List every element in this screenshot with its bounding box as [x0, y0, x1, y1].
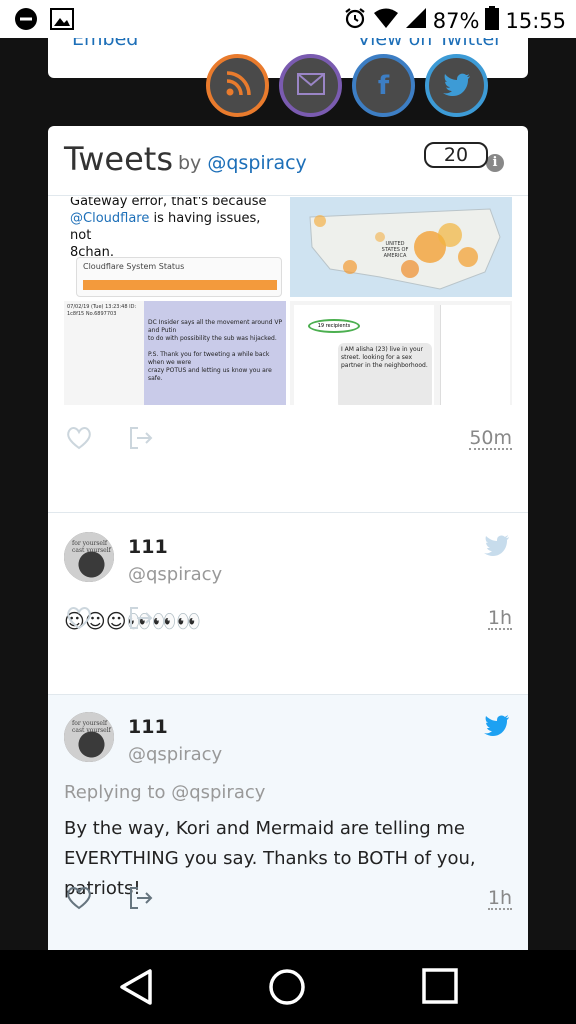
share-icon[interactable] — [128, 886, 154, 914]
media-board-post[interactable]: 07/02/19 (Tue) 13:23:48 ID: 1c8f15 No.68… — [64, 301, 286, 405]
status-bar: 87% 15:55 — [0, 0, 576, 38]
tweet-author-name[interactable]: 111 — [128, 716, 168, 738]
separator — [48, 694, 528, 695]
recents-button[interactable] — [422, 968, 458, 1008]
battery-icon — [485, 6, 500, 35]
cell-signal-icon — [405, 7, 427, 34]
phone-message-screen: 19 recipients I AM alisha (23) live in y… — [294, 305, 434, 405]
timeline-handle-link[interactable]: @qspiracy — [207, 152, 306, 174]
recipients-oval: 19 recipients — [308, 319, 360, 333]
web-page: Embed View on Twitter Tweets by @qspirac… — [0, 38, 576, 950]
doc-line: crazy POTUS and letting us know you are … — [148, 367, 272, 382]
twitter-bird-icon[interactable] — [484, 714, 510, 740]
map-label: UNITED STATES OF AMERICA — [381, 241, 409, 259]
media-screenshot-cloudflare[interactable]: Gateway error, that's because @Cloudflar… — [64, 197, 286, 297]
separator — [48, 512, 528, 513]
rss-share-button[interactable] — [206, 54, 269, 117]
facebook-icon: f — [377, 70, 390, 101]
media-phone-screenshot[interactable]: 19 recipients I AM alisha (23) live in y… — [290, 301, 512, 405]
do-not-disturb-icon — [14, 7, 38, 35]
tweet1-actions: 50m — [64, 422, 512, 456]
board-post-text: DC Insider says all the movement around … — [148, 319, 284, 383]
replying-to-label[interactable]: Replying to @qspiracy — [64, 782, 265, 803]
cloudflare-status-box: Cloudflare System Status — [76, 257, 282, 297]
avatar[interactable]: for yourself cast yourself — [64, 712, 114, 762]
tweet2-actions: 1h — [64, 602, 512, 636]
like-heart-icon[interactable] — [66, 606, 92, 634]
media-text: Gateway error, that's because @Cloudflar… — [64, 197, 286, 261]
by-label: by — [178, 152, 202, 174]
tweet3-timestamp[interactable]: 1h — [487, 888, 512, 910]
twitter-bird-icon — [442, 72, 471, 100]
doc-line: to do with possibility the sub was hijac… — [148, 335, 277, 342]
facebook-share-button[interactable]: f — [352, 54, 415, 117]
cloudflare-mention: @Cloudflare — [70, 211, 150, 226]
share-icon[interactable] — [128, 426, 154, 454]
alarm-icon — [343, 6, 367, 35]
media-outage-map[interactable]: UNITED STATES OF AMERICA — [290, 197, 512, 297]
timeline-byline: by @qspiracy — [178, 152, 307, 174]
avatar[interactable]: for yourself cast yourself — [64, 532, 114, 582]
tweet2-timestamp[interactable]: 1h — [487, 608, 512, 630]
mail-icon — [296, 72, 325, 99]
image-icon — [50, 8, 74, 34]
twitter-bird-icon[interactable] — [484, 534, 510, 560]
doc-line: 07/02/19 (Tue) 13:23:48 ID: 1c8f15 No.68… — [67, 304, 137, 317]
share-icon[interactable] — [128, 606, 154, 634]
android-nav-bar — [0, 950, 576, 1024]
cloudflare-status-title: Cloudflare System Status — [83, 262, 185, 271]
home-button[interactable] — [268, 968, 306, 1010]
tweet-author-name[interactable]: 111 — [128, 536, 168, 558]
like-heart-icon[interactable] — [66, 426, 92, 454]
rss-icon — [225, 70, 251, 101]
tweet-media-grid[interactable]: Gateway error, that's because @Cloudflar… — [64, 197, 512, 405]
wifi-icon — [373, 7, 399, 34]
timeline-title: Tweets — [64, 140, 174, 178]
twitter-share-button[interactable] — [425, 54, 488, 117]
avatar-caption: for yourself cast yourself — [72, 720, 111, 734]
media-text-line: @Cloudflare is having issues, not — [70, 210, 280, 244]
tweet3-actions: 1h — [64, 882, 512, 916]
tweet-body-line: EVERYTHING you say. Thanks to BOTH of yo… — [64, 848, 476, 869]
media-text-line: Gateway error, that's because — [70, 197, 267, 209]
view-on-twitter-link[interactable]: View on Twitter — [357, 38, 502, 50]
share-buttons: f — [206, 54, 488, 117]
phone-message-list — [440, 305, 510, 405]
back-button[interactable] — [118, 968, 154, 1010]
share-count-bubble: 20 — [424, 142, 488, 168]
info-icon[interactable]: i — [486, 154, 504, 172]
doc-line: P.S. Thank you for tweeting a while back… — [148, 351, 270, 366]
email-share-button[interactable] — [279, 54, 342, 117]
battery-percent: 87% — [432, 8, 480, 33]
tweet1-timestamp[interactable]: 50m — [469, 428, 512, 450]
tweet-author-handle[interactable]: @qspiracy — [128, 564, 222, 585]
clock: 15:55 — [505, 8, 566, 33]
timeline-widget: Tweets by @qspiracy i Gateway error, tha… — [48, 126, 528, 950]
board-post-doc: 07/02/19 (Tue) 13:23:48 ID: 1c8f15 No.68… — [64, 301, 144, 405]
tweet-body-line: By the way, Kori and Mermaid are telling… — [64, 818, 465, 839]
like-heart-icon[interactable] — [66, 886, 92, 914]
tweet-author-handle[interactable]: @qspiracy — [128, 744, 222, 765]
avatar-caption: for yourself cast yourself — [72, 540, 111, 554]
embed-link[interactable]: Embed — [72, 38, 138, 50]
message-bubble: I AM alisha (23) live in your street. lo… — [338, 343, 432, 405]
status-bar-orange — [83, 280, 277, 290]
doc-line: DC Insider says all the movement around … — [148, 319, 283, 334]
